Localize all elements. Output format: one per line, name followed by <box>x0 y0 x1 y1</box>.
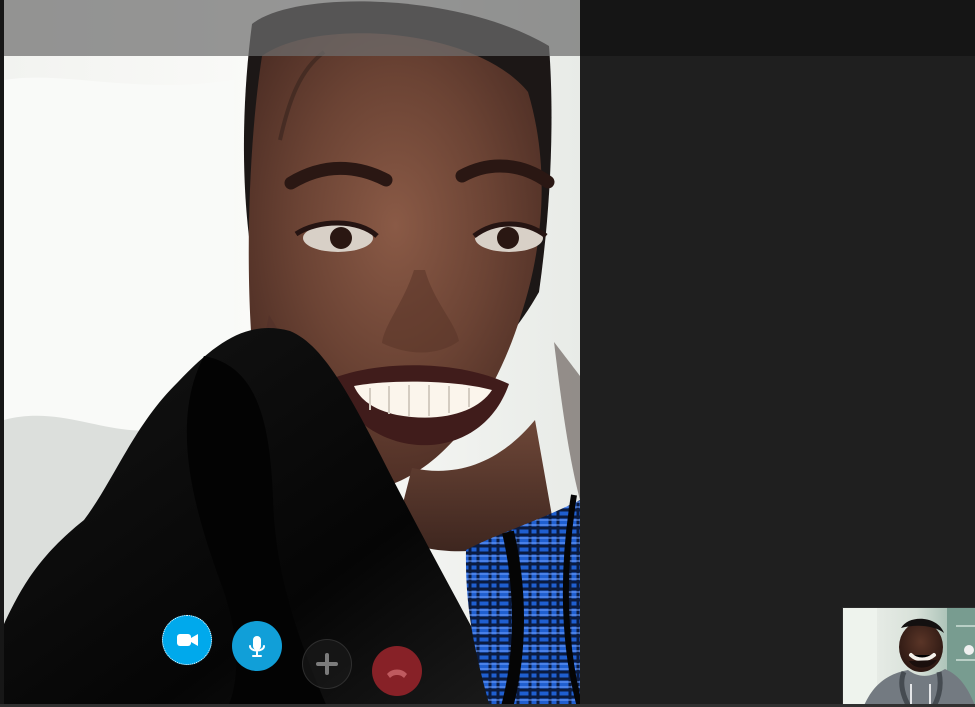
self-preview-video <box>842 607 975 707</box>
video-camera-button[interactable] <box>161 614 213 666</box>
remote-video-feed <box>4 0 580 707</box>
remote-video-top-overlay <box>4 0 580 56</box>
phone-hangup-icon <box>387 669 407 678</box>
end-call-button[interactable] <box>372 646 422 696</box>
remote-participant-video <box>4 0 580 707</box>
video-call-window <box>0 0 975 707</box>
add-participant-button[interactable] <box>302 639 352 689</box>
microphone-button[interactable] <box>232 621 282 671</box>
self-participant-video <box>843 608 975 707</box>
plus-icon <box>316 653 338 675</box>
microphone-icon <box>249 636 265 657</box>
video-camera-icon <box>177 634 198 646</box>
